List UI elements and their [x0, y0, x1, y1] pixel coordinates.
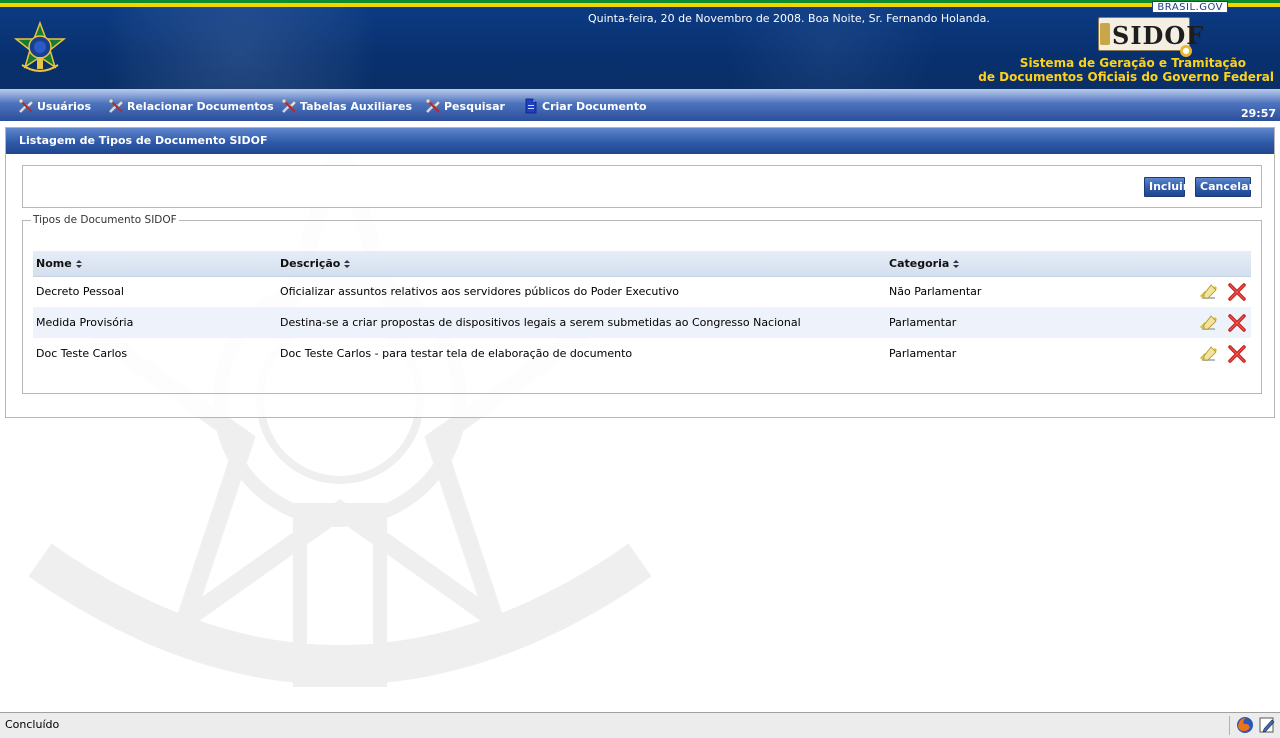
menu-item-label: Pesquisar	[444, 99, 505, 113]
edit-icon[interactable]	[1199, 282, 1219, 302]
menu-item-pesquisar[interactable]: Pesquisar	[425, 98, 505, 114]
sidof-logo: SIDOF ●	[1098, 17, 1203, 57]
sort-icon	[75, 259, 82, 268]
edit-icon[interactable]	[1199, 344, 1219, 364]
edit-icon[interactable]	[1199, 313, 1219, 333]
fieldset-legend: Tipos de Documento SIDOF	[31, 214, 179, 226]
browser-status-bar: Concluído	[0, 712, 1280, 738]
tools-icon	[425, 98, 441, 114]
menu-item-label: Criar Documento	[542, 99, 647, 113]
menu-item-usuarios[interactable]: Usuários	[18, 98, 91, 114]
cell-descricao: Oficializar assuntos relativos aos servi…	[280, 285, 679, 299]
column-header-label: Descrição	[280, 256, 341, 270]
cell-categoria: Parlamentar	[889, 347, 957, 360]
column-header-actions	[1176, 251, 1251, 277]
tools-icon	[108, 98, 124, 114]
document-icon	[523, 98, 539, 114]
session-timer: 29:57	[1240, 107, 1276, 120]
edit-page-icon[interactable]	[1258, 716, 1276, 734]
brazil-coat-of-arms-icon	[13, 21, 67, 72]
logo-pen-icon	[1100, 23, 1110, 45]
panel-title: Listagem de Tipos de Documento SIDOF	[6, 128, 1274, 154]
cell-descricao: Destina-se a criar propostas de disposit…	[277, 307, 886, 338]
status-text: Concluído	[5, 718, 60, 731]
incluir-button[interactable]: Incluir	[1144, 177, 1188, 197]
column-header-label: Nome	[36, 256, 72, 270]
menu-item-label: Relacionar Documentos	[127, 99, 274, 113]
column-header-label: Categoria	[889, 256, 950, 270]
table-row: Medida Provisória Destina-se a criar pro…	[33, 307, 1251, 338]
header-watermark	[60, 7, 420, 89]
sort-icon	[344, 259, 351, 268]
system-name-line2: de Documentos Oficiais do Governo Federa…	[978, 70, 1274, 84]
menu-item-tabelas-auxiliares[interactable]: Tabelas Auxiliares	[281, 98, 412, 114]
document-types-fieldset: Tipos de Documento SIDOF Nome Descrição …	[22, 214, 1262, 394]
table-row: Doc Teste Carlos Doc Teste Carlos - para…	[33, 338, 1251, 369]
system-name: Sistema de Geração e Tramitação de Docum…	[978, 56, 1274, 84]
system-name-line1: Sistema de Geração e Tramitação	[1019, 56, 1246, 70]
menu-item-criar-documento[interactable]: Criar Documento	[523, 98, 647, 114]
cell-nome: Decreto Pessoal	[36, 285, 124, 299]
menu-item-label: Tabelas Auxiliares	[300, 99, 413, 113]
tools-icon	[18, 98, 34, 114]
site-header: Quinta-feira, 20 de Novembro de 2008. Bo…	[0, 7, 1280, 89]
cancelar-button[interactable]: Cancelar	[1195, 177, 1254, 197]
main-menu-bar: Usuários Relacionar Documentos Tabelas A…	[0, 89, 1280, 121]
column-header-nome[interactable]: Nome	[33, 251, 277, 277]
delete-icon[interactable]	[1227, 313, 1247, 333]
cell-actions	[1176, 276, 1251, 307]
delete-icon[interactable]	[1227, 282, 1247, 302]
cell-nome: Medida Provisória	[33, 307, 277, 338]
table-row: Decreto Pessoal Oficializar assuntos rel…	[33, 276, 1251, 307]
sort-icon	[953, 259, 960, 268]
cell-nome: Doc Teste Carlos	[36, 347, 128, 360]
cell-actions	[1176, 307, 1251, 338]
brasil-gov-link[interactable]: BRASIL.GOV	[1152, 1, 1228, 13]
menu-item-relacionar-documentos[interactable]: Relacionar Documentos	[108, 98, 274, 114]
logo-text: SIDOF	[1112, 21, 1205, 50]
menu-divider	[0, 121, 1280, 123]
cell-categoria: Não Parlamentar	[889, 285, 982, 299]
cell-descricao: Doc Teste Carlos - para testar tela de e…	[280, 347, 633, 360]
column-header-descricao[interactable]: Descrição	[277, 251, 886, 277]
cell-categoria: Parlamentar	[886, 307, 1176, 338]
table-header-row: Nome Descrição Categoria	[33, 251, 1251, 277]
document-types-panel: Listagem de Tipos de Documento SIDOF Inc…	[5, 127, 1275, 418]
tools-icon	[281, 98, 297, 114]
column-header-categoria[interactable]: Categoria	[886, 251, 1176, 277]
menu-item-label: Usuários	[37, 99, 92, 113]
status-separator	[1229, 716, 1230, 735]
firefox-icon[interactable]	[1236, 716, 1254, 734]
document-types-table: Nome Descrição Categoria Decreto Pessoal…	[33, 251, 1251, 369]
cell-actions	[1176, 338, 1251, 369]
date-greeting: Quinta-feira, 20 de Novembro de 2008. Bo…	[588, 12, 990, 25]
actions-box: Incluir Cancelar	[22, 165, 1262, 208]
delete-icon[interactable]	[1227, 344, 1247, 364]
